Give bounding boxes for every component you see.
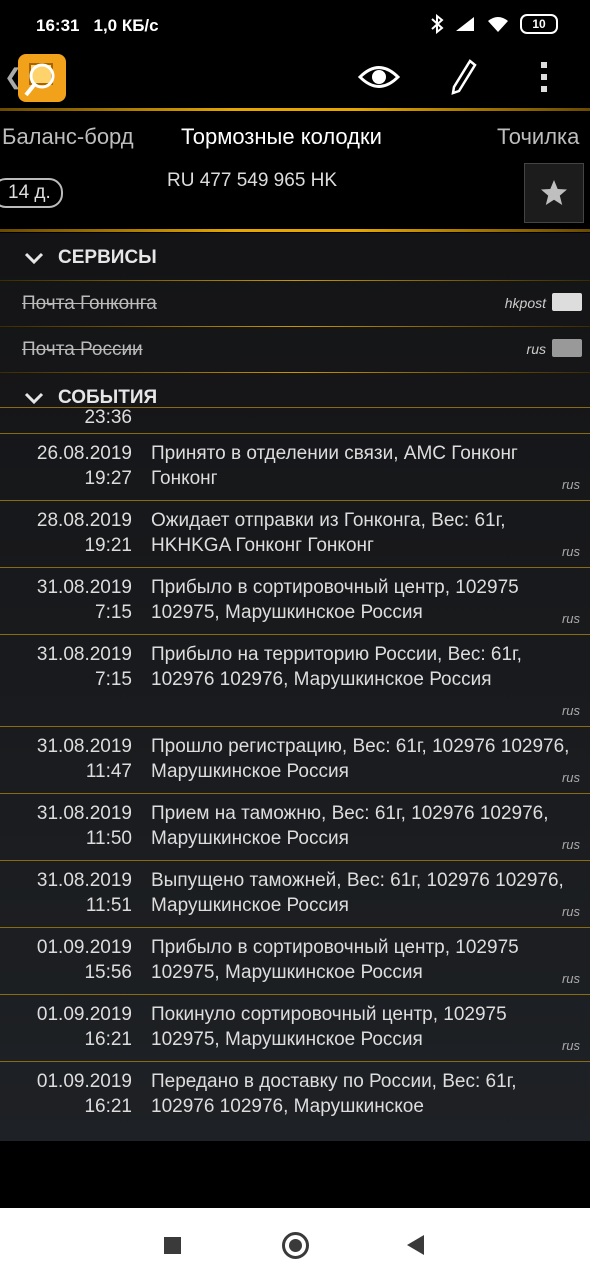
event-row: 31.08.2019 7:15 Прибыло на территорию Ро… bbox=[0, 635, 590, 727]
event-description: Прием на таможню, Вес: 61г, 102976 10297… bbox=[151, 803, 549, 849]
battery-indicator: 10 bbox=[520, 14, 558, 34]
event-source: rus bbox=[561, 837, 580, 852]
status-time: 16:31 bbox=[36, 16, 80, 35]
event-time: 16:21 bbox=[84, 1096, 132, 1117]
event-row: 01.09.2019 16:21 Покинуло сортировочный … bbox=[0, 995, 590, 1062]
services-title: СЕРВИСЫ bbox=[58, 247, 157, 268]
service-name: Почта Гонконга bbox=[22, 293, 157, 314]
home-icon[interactable] bbox=[282, 1232, 309, 1259]
favorite-button[interactable] bbox=[524, 163, 584, 223]
bluetooth-icon bbox=[431, 14, 444, 34]
more-vert-icon[interactable] bbox=[538, 60, 550, 94]
tab-sharpener[interactable]: Точилка bbox=[497, 124, 579, 150]
event-date: 01.09.2019 bbox=[36, 1004, 132, 1025]
tracking-number[interactable]: RU 477 549 965 HK bbox=[167, 170, 337, 192]
edit-pencil-icon[interactable] bbox=[450, 58, 478, 96]
event-source: rus bbox=[561, 904, 580, 919]
event-time: 19:27 bbox=[84, 468, 132, 489]
russian-post-logo-icon bbox=[552, 339, 582, 357]
divider bbox=[0, 372, 590, 373]
event-description: Покинуло сортировочный центр, 102975 102… bbox=[151, 1004, 507, 1050]
event-row: 31.08.2019 11:47 Прошло регистрацию, Вес… bbox=[0, 727, 590, 794]
services-header[interactable]: СЕРВИСЫ bbox=[0, 235, 590, 281]
tab-balance-board[interactable]: Баланс-борд bbox=[2, 124, 134, 150]
event-row: 31.08.2019 11:50 Прием на таможню, Вес: … bbox=[0, 794, 590, 861]
event-source: rus bbox=[561, 544, 580, 559]
event-description: Передано в доставку по России, Вес: 61г,… bbox=[151, 1071, 517, 1117]
event-time: 23:36 bbox=[84, 407, 132, 428]
event-time: 15:56 bbox=[84, 962, 132, 983]
event-description: Прибыло в сортировочный центр, 102975 10… bbox=[151, 937, 519, 983]
back-icon[interactable] bbox=[407, 1235, 424, 1255]
event-description: Прибыло в сортировочный центр, 102975 10… bbox=[151, 577, 519, 623]
service-row-russian-post[interactable]: Почта России rus bbox=[0, 327, 590, 373]
system-nav-bar bbox=[0, 1208, 590, 1280]
star-icon bbox=[541, 180, 567, 205]
event-date: 31.08.2019 bbox=[36, 644, 132, 665]
event-source: rus bbox=[561, 703, 580, 718]
event-row: 01.09.2019 15:56 Прибыло в сортировочный… bbox=[0, 928, 590, 995]
signal-icon bbox=[456, 17, 474, 31]
event-source: rus bbox=[561, 611, 580, 626]
event-row: 26.08.2019 19:27 Принято в отделении свя… bbox=[0, 434, 590, 501]
eye-icon[interactable] bbox=[358, 60, 400, 94]
events-list: 23:36 26.08.2019 19:27 Принято в отделен… bbox=[0, 407, 590, 1128]
parcel-tabs: Баланс-борд Тормозные колодки Точилка bbox=[0, 112, 590, 162]
recent-apps-icon[interactable] bbox=[164, 1237, 181, 1254]
chevron-down-icon bbox=[24, 392, 44, 404]
event-date: 31.08.2019 bbox=[36, 870, 132, 891]
event-date: 01.09.2019 bbox=[36, 1071, 132, 1092]
event-time: 16:21 bbox=[84, 1029, 132, 1050]
event-time: 7:15 bbox=[95, 669, 132, 690]
event-time: 11:50 bbox=[85, 828, 132, 849]
header-divider bbox=[0, 108, 590, 111]
service-row-hkpost[interactable]: Почта Гонконга hkpost bbox=[0, 281, 590, 327]
event-date: 31.08.2019 bbox=[36, 736, 132, 757]
event-date: 28.08.2019 bbox=[36, 510, 132, 531]
tabs-divider bbox=[0, 229, 590, 232]
event-time: 11:47 bbox=[85, 761, 132, 782]
event-source: rus bbox=[561, 971, 580, 986]
chevron-down-icon bbox=[24, 252, 44, 264]
event-description: Прибыло на территорию России, Вес: 61г, … bbox=[151, 644, 522, 690]
event-row: 01.09.2019 16:21 Передано в доставку по … bbox=[0, 1062, 590, 1128]
event-time: 7:15 bbox=[95, 602, 132, 623]
event-source: rus bbox=[561, 770, 580, 785]
service-code: rus bbox=[526, 341, 546, 357]
event-source: rus bbox=[561, 1038, 580, 1053]
event-date: 31.08.2019 bbox=[36, 577, 132, 598]
details-panel: СЕРВИСЫ Почта Гонконга hkpost Почта Росс… bbox=[0, 233, 590, 1141]
event-description: Прошло регистрацию, Вес: 61г, 102976 102… bbox=[151, 736, 570, 782]
event-row: 23:36 bbox=[0, 407, 590, 434]
event-row: 28.08.2019 19:21 Ожидает отправки из Гон… bbox=[0, 501, 590, 568]
app-logo-icon[interactable] bbox=[18, 54, 66, 102]
event-description: Принято в отделении связи, АМС Гонконг Г… bbox=[151, 443, 518, 489]
app-bar: ❮ bbox=[0, 52, 590, 108]
status-bar: 16:31 1,0 КБ/с 10 bbox=[0, 0, 590, 52]
event-time: 11:51 bbox=[85, 895, 132, 916]
network-speed: 1,0 КБ/с bbox=[93, 16, 159, 35]
service-name: Почта России bbox=[22, 339, 143, 360]
service-code: hkpost bbox=[504, 295, 546, 311]
tab-brake-pads[interactable]: Тормозные колодки bbox=[181, 124, 382, 150]
days-in-transit-badge: 14 д. bbox=[0, 178, 63, 208]
event-date: 31.08.2019 bbox=[36, 803, 132, 824]
event-row: 31.08.2019 11:51 Выпущено таможней, Вес:… bbox=[0, 861, 590, 928]
event-source: rus bbox=[561, 477, 580, 492]
wifi-icon bbox=[488, 17, 508, 32]
event-description: Ожидает отправки из Гонконга, Вес: 61г, … bbox=[151, 510, 506, 556]
event-date: 26.08.2019 bbox=[36, 443, 132, 464]
event-row: 31.08.2019 7:15 Прибыло в сортировочный … bbox=[0, 568, 590, 635]
hkpost-logo-icon bbox=[552, 293, 582, 311]
event-description: Выпущено таможней, Вес: 61г, 102976 1029… bbox=[151, 870, 564, 916]
event-time: 19:21 bbox=[84, 535, 132, 556]
event-date: 01.09.2019 bbox=[36, 937, 132, 958]
